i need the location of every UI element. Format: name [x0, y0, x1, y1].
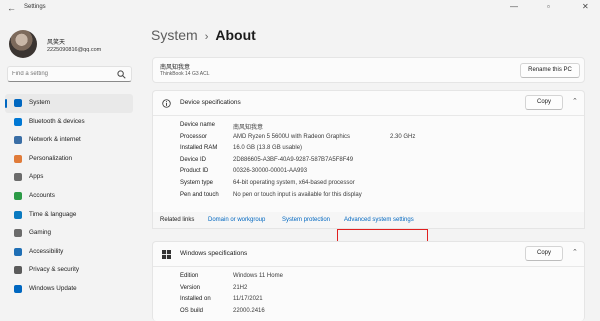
sidebar-item-label: System: [29, 99, 50, 106]
sidebar-item-gaming[interactable]: Gaming: [5, 224, 133, 243]
sidebar-item-bluetooth-devices[interactable]: Bluetooth & devices: [5, 113, 133, 132]
sidebar-item-system[interactable]: System: [5, 94, 133, 113]
spec-extra-value: 2.30 GHz: [390, 133, 416, 140]
spec-value: AMD Ryzen 5 5600U with Radeon Graphics: [233, 133, 351, 140]
device-specs-title: Device specifications: [180, 99, 241, 106]
device-specs-copy-button[interactable]: Copy: [525, 95, 563, 110]
spec-value: 2D886605-A3BF-40A9-9287-587B7A5F8F49: [233, 156, 354, 163]
gamepad-icon: [14, 229, 22, 238]
accounts-icon: [14, 191, 22, 200]
spec-value: 00326-30000-00001-AA993: [233, 168, 308, 175]
user-profile[interactable]: 风笑天 2225090816@qq.com: [7, 30, 137, 62]
spec-value: 16.0 GB (13.8 GB usable): [233, 145, 303, 152]
sidebar-item-label: Windows Update: [29, 284, 77, 292]
advanced-system-settings-link[interactable]: Advanced system settings: [344, 217, 414, 223]
collapse-chevron-icon[interactable]: ⌃: [572, 97, 578, 105]
spec-label: Installed RAM: [180, 145, 218, 152]
spec-value: 22000.2416: [233, 307, 265, 314]
spec-value: 南风知我意: [233, 125, 264, 131]
sidebar-item-apps[interactable]: Apps: [5, 168, 133, 187]
sidebar-item-privacy-security[interactable]: Privacy & security: [5, 261, 133, 280]
sidebar-item-label: Network & internet: [29, 136, 81, 144]
page-title: About: [215, 27, 256, 43]
user-email: 2225090816@qq.com: [47, 47, 102, 53]
sidebar-item-accessibility[interactable]: Accessibility: [5, 243, 133, 262]
sidebar: 风笑天 2225090816@qq.com System Bluetooth & …: [0, 18, 140, 315]
device-name-card: 南风知我意 ThinkBook 14 G3 ACL Rename this PC: [152, 57, 585, 83]
device-model: ThinkBook 14 G3 ACL: [160, 71, 210, 77]
sidebar-item-label: Personalization: [29, 154, 73, 162]
windows-logo-icon: [162, 250, 171, 259]
related-links-label: Related links: [160, 217, 195, 223]
spec-value: No pen or touch input is available for t…: [233, 191, 362, 198]
spec-label: OS build: [180, 307, 204, 314]
sidebar-item-label: Accounts: [29, 191, 55, 199]
sidebar-item-label: Gaming: [29, 229, 52, 237]
nav-list: System Bluetooth & devices Network & inter…: [5, 94, 133, 299]
maximize-button[interactable]: ▫: [547, 2, 550, 11]
spec-value: 64-bit operating system, x64-based proce…: [233, 180, 355, 186]
system-icon: [14, 99, 22, 107]
accessibility-icon: [14, 247, 22, 256]
collapse-chevron-icon[interactable]: ⌃: [572, 248, 578, 256]
divider: [153, 266, 584, 267]
title-bar: ← Settings — ▫ ✕: [0, 0, 600, 18]
back-arrow-icon[interactable]: ←: [7, 3, 16, 13]
windows-specs-copy-button[interactable]: Copy: [525, 246, 563, 261]
network-icon: [14, 136, 22, 145]
spec-label: Version: [180, 284, 201, 291]
breadcrumb: System › About: [151, 27, 256, 43]
globe-clock-icon: [14, 210, 22, 219]
sidebar-item-label: Time & language: [29, 210, 77, 218]
search-box[interactable]: [7, 66, 132, 82]
windows-specs-title: Windows specifications: [180, 250, 248, 257]
device-name: 南风知我意: [160, 65, 191, 71]
rename-pc-button[interactable]: Rename this PC: [520, 63, 580, 78]
system-protection-link[interactable]: System protection: [282, 217, 330, 223]
spec-label: Product ID: [180, 168, 209, 175]
spec-label: System type: [180, 180, 214, 186]
sidebar-item-label: Accessibility: [29, 247, 64, 255]
sidebar-item-accounts[interactable]: Accounts: [5, 187, 133, 206]
sidebar-item-label: Privacy & security: [29, 266, 80, 274]
domain-workgroup-link[interactable]: Domain or workgroup: [208, 217, 265, 223]
related-links-bar: Related links Domain or workgroup System…: [152, 212, 585, 229]
breadcrumb-parent[interactable]: System: [151, 27, 198, 43]
spec-label: Device ID: [180, 156, 207, 163]
divider: [153, 115, 584, 116]
spec-label: Installed on: [180, 296, 211, 303]
search-input[interactable]: [12, 69, 112, 79]
update-icon: [14, 284, 22, 293]
sidebar-item-windows-update[interactable]: Windows Update: [5, 280, 133, 299]
sidebar-item-network-internet[interactable]: Network & internet: [5, 131, 133, 150]
sidebar-item-label: Bluetooth & devices: [29, 117, 85, 125]
spec-label: Edition: [180, 273, 199, 279]
minimize-button[interactable]: —: [510, 2, 518, 11]
spec-label: Pen and touch: [180, 191, 219, 198]
apps-icon: [14, 173, 22, 182]
breadcrumb-separator: ›: [204, 31, 209, 43]
user-name: 风笑天: [47, 40, 66, 46]
sidebar-item-label: Apps: [29, 173, 44, 181]
bluetooth-icon: [14, 117, 22, 126]
spec-value: Windows 11 Home: [233, 273, 283, 279]
window-title: Settings: [24, 4, 46, 10]
spec-label: Processor: [180, 133, 208, 140]
avatar: [9, 30, 37, 58]
device-specs-card: Device specifications Copy ⌃ Device name…: [152, 90, 585, 213]
sidebar-item-personalization[interactable]: Personalization: [5, 150, 133, 169]
main-content: System › About 南风知我意 ThinkBook 14 G3 ACL R…: [140, 18, 600, 321]
search-icon[interactable]: [117, 70, 126, 79]
windows-specs-card: Windows specifications Copy ⌃ Edition Win…: [152, 241, 585, 321]
brush-icon: [14, 154, 22, 163]
close-button[interactable]: ✕: [582, 2, 589, 11]
spec-value: 21H2: [233, 284, 248, 291]
sidebar-item-time-language[interactable]: Time & language: [5, 206, 133, 225]
info-icon: [162, 99, 171, 108]
spec-label: Device name: [180, 122, 216, 128]
shield-icon: [14, 266, 22, 275]
spec-value: 11/17/2021: [233, 296, 263, 303]
